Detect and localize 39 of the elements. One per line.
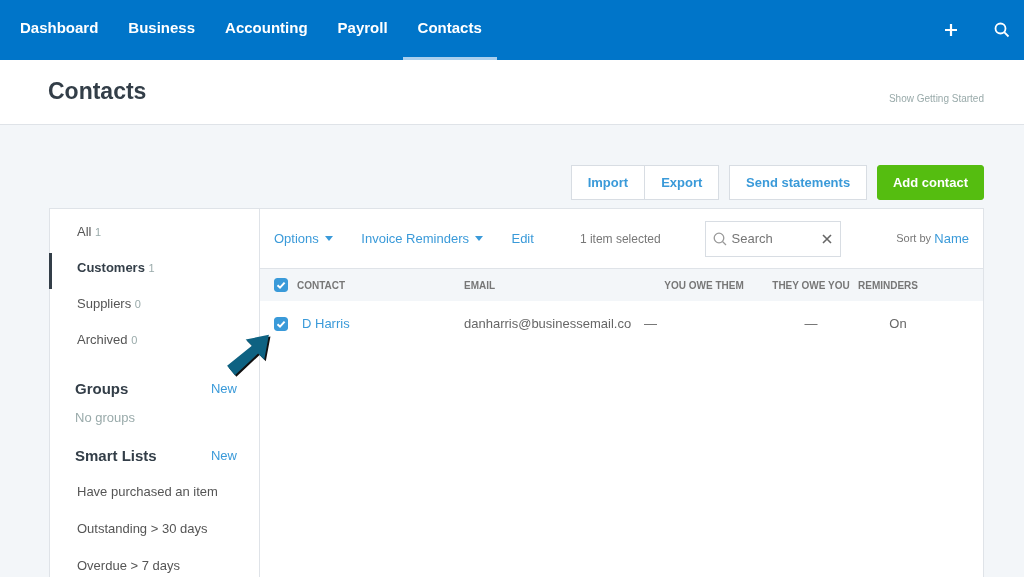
sort-link[interactable]: Name — [934, 228, 969, 249]
smart-list-item[interactable]: Have purchased an item — [49, 473, 243, 510]
new-link[interactable]: New — [211, 446, 237, 466]
sidebar-item[interactable]: Archived 0 — [49, 325, 163, 361]
nav-tab[interactable]: Dashboard — [20, 0, 114, 60]
section-heading: Groups — [75, 378, 129, 399]
table-cell-text: danharris@businessemail.co — [464, 315, 633, 334]
column-header: CONTACT — [296, 278, 347, 293]
new-link[interactable]: New — [211, 379, 237, 399]
sidebar-item[interactable]: Suppliers 0 — [49, 289, 166, 325]
page-title: Contacts — [48, 78, 147, 106]
smart-list-item[interactable]: Overdue > 7 days — [49, 547, 205, 577]
search-field[interactable]: Search — [704, 220, 841, 257]
table-cell-text: — — [803, 315, 819, 334]
section-heading: Smart Lists — [75, 445, 157, 466]
edit-link[interactable]: Edit — [511, 228, 534, 249]
nav-tab[interactable]: Business — [113, 0, 211, 60]
getting-started-link[interactable]: Show Getting Started — [888, 90, 984, 106]
add-contact-button[interactable]: Add contact — [876, 165, 984, 200]
nav-tab[interactable]: Accounting — [210, 0, 323, 60]
selection-count: 1 item selected — [579, 230, 661, 248]
smart-list-item[interactable]: Outstanding > 30 days — [49, 510, 233, 547]
options-dropdown[interactable]: Options — [274, 228, 334, 249]
column-header: THEY OWE YOU — [771, 278, 851, 293]
empty-message: No groups — [74, 409, 136, 427]
reminders-dropdown[interactable]: Invoice Reminders — [361, 228, 484, 249]
toolbar-button[interactable]: Export — [645, 165, 720, 200]
table-cell-text: On — [888, 315, 908, 334]
sort-label: Sort by — [896, 231, 932, 247]
toolbar-button[interactable]: Import — [570, 165, 646, 200]
column-header: YOU OWE THEM — [663, 278, 745, 293]
sidebar-item[interactable]: All 1 — [49, 217, 127, 253]
column-header: REMINDERS — [858, 278, 919, 293]
table-cell-text: — — [644, 315, 658, 334]
column-header: EMAIL — [464, 278, 497, 293]
contact-link[interactable]: D Harris — [302, 316, 350, 332]
send-statements-button[interactable]: Send statements — [729, 165, 868, 200]
sidebar-item[interactable]: Customers 1 — [49, 253, 180, 289]
nav-tab[interactable]: Payroll — [322, 0, 403, 60]
